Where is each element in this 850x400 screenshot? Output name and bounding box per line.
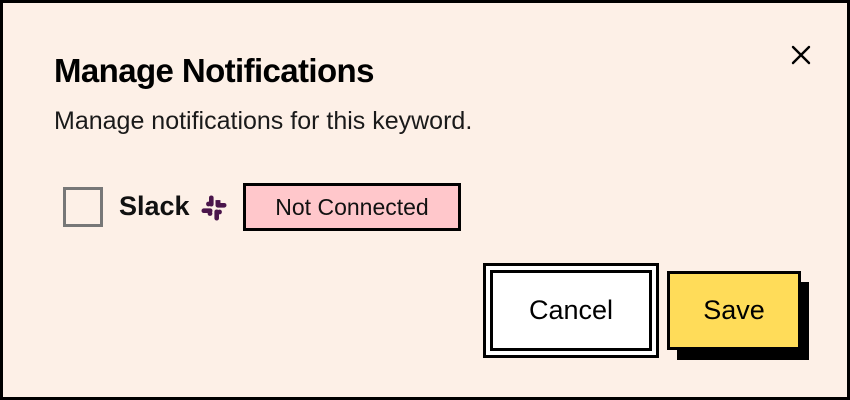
slack-label: Slack: [119, 191, 190, 221]
cancel-button[interactable]: Cancel: [483, 263, 659, 358]
slack-logo-icon: [201, 195, 227, 221]
dialog-subtitle: Manage notifications for this keyword.: [54, 107, 473, 135]
close-button[interactable]: [783, 37, 819, 73]
status-badge: Not Connected: [243, 183, 461, 231]
close-icon: [791, 45, 811, 65]
slack-checkbox[interactable]: [63, 187, 103, 227]
cancel-button-label: Cancel: [490, 270, 652, 351]
manage-notifications-dialog: Manage Notifications Manage notification…: [0, 0, 850, 400]
dialog-title: Manage Notifications: [54, 52, 374, 89]
save-button[interactable]: Save: [667, 271, 801, 350]
